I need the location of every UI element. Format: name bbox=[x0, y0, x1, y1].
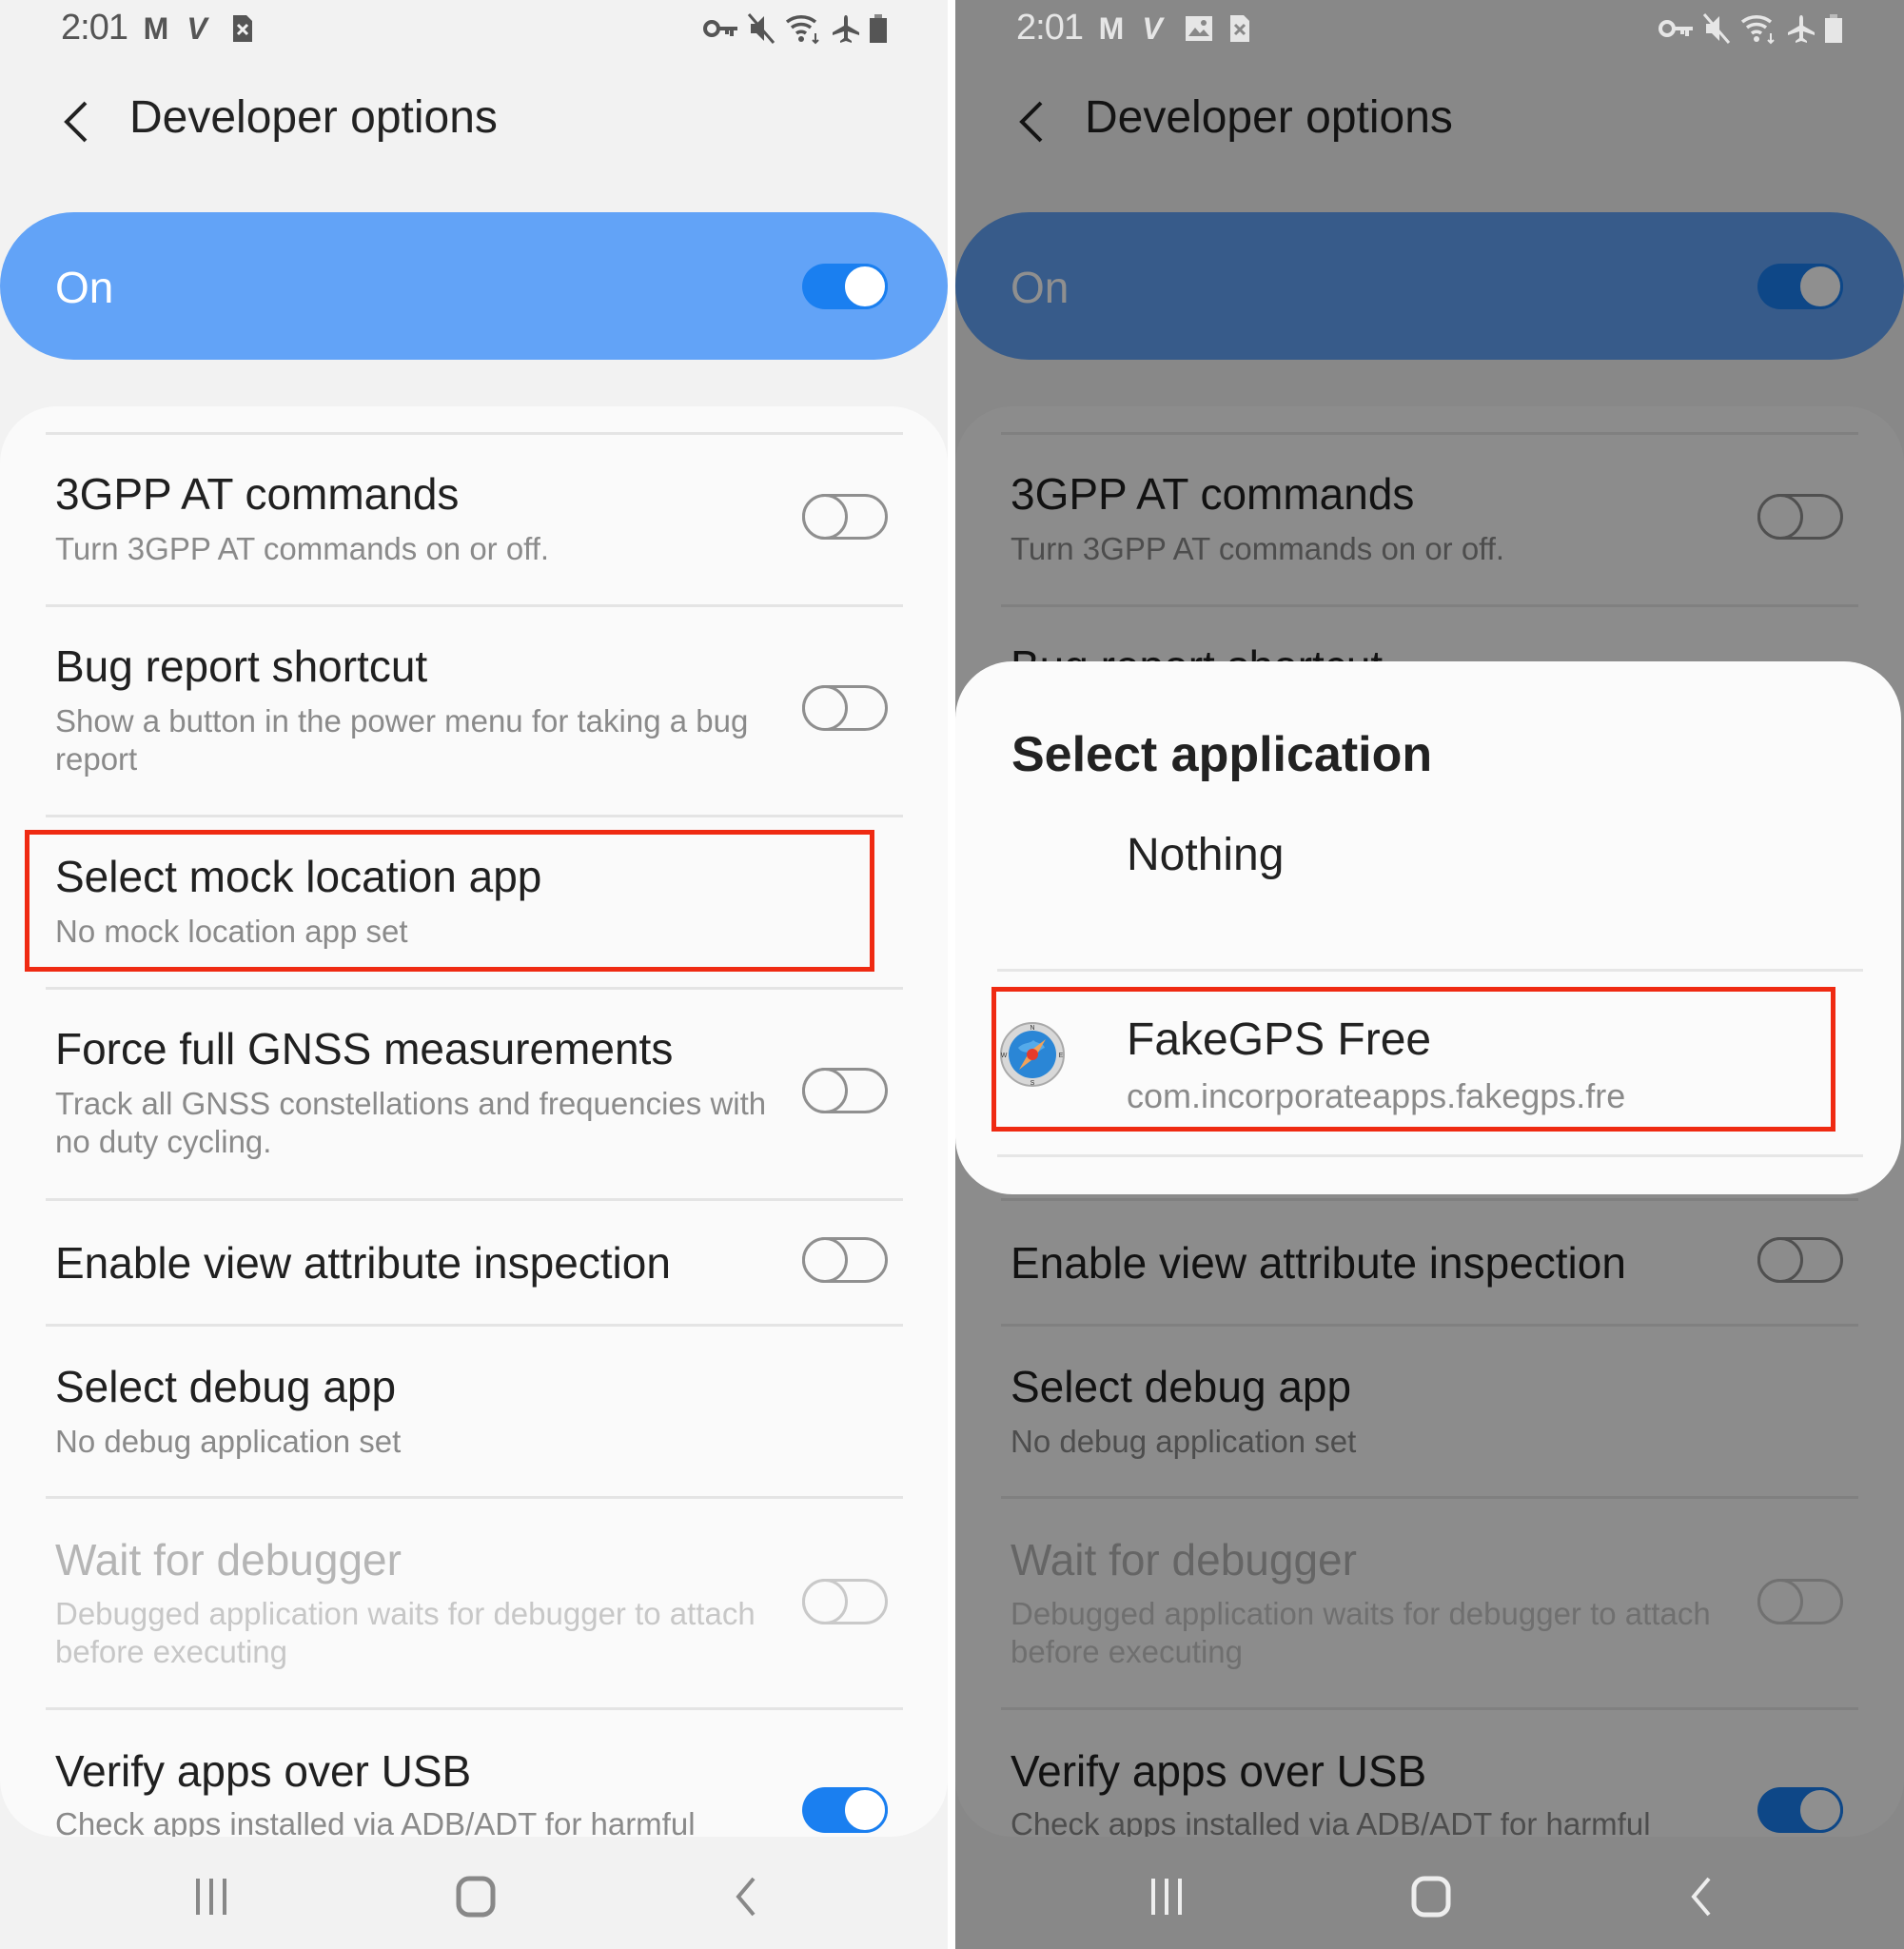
wifi-icon bbox=[1739, 11, 1777, 46]
nav-back-icon bbox=[736, 1877, 756, 1917]
back-arrow-icon bbox=[64, 101, 88, 143]
mute-icon bbox=[746, 11, 776, 46]
setting-title: 3GPP AT commands bbox=[55, 469, 460, 519]
gmail-icon: M bbox=[1098, 10, 1125, 46]
setting-title: Wait for debugger bbox=[55, 1535, 402, 1585]
divider bbox=[46, 987, 903, 990]
left-screen: 2:01 M V Developer options On 3GPP AT co… bbox=[0, 0, 948, 1949]
setting-title: Select debug app bbox=[55, 1362, 397, 1411]
recents-icon bbox=[1151, 1879, 1182, 1915]
battery-icon bbox=[1823, 11, 1844, 46]
status-time: 2:01 bbox=[61, 8, 128, 48]
setting-subtitle: No debug application set bbox=[55, 1424, 402, 1459]
battery-icon bbox=[868, 11, 889, 46]
divider bbox=[46, 604, 903, 607]
highlight-box bbox=[991, 987, 1835, 1132]
toggle-force-full-gnss[interactable] bbox=[802, 1068, 888, 1113]
recents-button[interactable] bbox=[1146, 1875, 1188, 1923]
divider bbox=[997, 969, 1863, 972]
vpn-key-icon bbox=[702, 11, 740, 46]
highlight-box bbox=[25, 830, 874, 972]
master-switch-bar[interactable]: On bbox=[0, 212, 948, 360]
option-label: Nothing bbox=[1127, 830, 1285, 880]
setting-subtitle: Show a button in the power menu for taki… bbox=[55, 703, 749, 777]
setting-subtitle: Turn 3GPP AT commands on or off. bbox=[55, 531, 550, 566]
airplane-icon bbox=[1785, 11, 1817, 46]
sim-x-icon bbox=[1227, 11, 1252, 46]
home-icon bbox=[1411, 1876, 1451, 1918]
status-bar: 2:01 M V bbox=[955, 0, 1904, 57]
select-application-dialog: Select application Nothing N S W E FakeG… bbox=[955, 661, 1901, 1194]
divider bbox=[997, 1154, 1863, 1157]
page-title: Developer options bbox=[129, 92, 498, 143]
setting-title: Enable view attribute inspection bbox=[55, 1238, 671, 1288]
gmail-icon: M bbox=[143, 10, 169, 46]
status-time: 2:01 bbox=[1016, 8, 1084, 48]
right-screen: 2:01 M V Developer options On 3GPP AT co… bbox=[955, 0, 1904, 1949]
wifi-icon bbox=[784, 11, 822, 46]
nav-back-button[interactable] bbox=[1684, 1875, 1717, 1923]
toggle-view-attribute-inspection[interactable] bbox=[802, 1237, 888, 1283]
master-switch-toggle[interactable] bbox=[802, 264, 888, 309]
v-app-icon: V bbox=[186, 10, 207, 46]
divider bbox=[46, 1324, 903, 1327]
recents-icon bbox=[196, 1879, 226, 1915]
toggle-bug-report-shortcut[interactable] bbox=[802, 685, 888, 731]
toggle-wait-for-debugger bbox=[802, 1579, 888, 1624]
toggle-3gpp-at-commands[interactable] bbox=[802, 494, 888, 540]
master-switch-label: On bbox=[55, 263, 114, 312]
home-button[interactable] bbox=[455, 1875, 497, 1923]
setting-title: Force full GNSS measurements bbox=[55, 1024, 674, 1073]
mute-icon bbox=[1701, 11, 1732, 46]
v-app-icon: V bbox=[1142, 10, 1163, 46]
setting-title: Verify apps over USB bbox=[55, 1746, 472, 1796]
dialog-title: Select application bbox=[1011, 727, 1433, 782]
divider bbox=[46, 432, 903, 435]
divider bbox=[46, 815, 903, 817]
nav-back-button[interactable] bbox=[729, 1875, 761, 1923]
settings-list: 3GPP AT commands Turn 3GPP AT commands o… bbox=[0, 406, 948, 1837]
image-icon bbox=[1184, 11, 1214, 46]
home-icon bbox=[456, 1876, 496, 1918]
setting-subtitle: Track all GNSS constellations and freque… bbox=[55, 1086, 767, 1159]
divider bbox=[46, 1198, 903, 1201]
airplane-icon bbox=[830, 11, 862, 46]
setting-subtitle: Check apps installed via ADB/ADT for har… bbox=[55, 1806, 696, 1837]
recents-button[interactable] bbox=[190, 1875, 232, 1923]
nav-back-icon bbox=[1691, 1877, 1711, 1917]
sim-x-icon bbox=[230, 11, 255, 46]
vpn-key-icon bbox=[1658, 11, 1696, 46]
home-button[interactable] bbox=[1410, 1875, 1452, 1923]
divider bbox=[46, 1707, 903, 1710]
setting-subtitle: Debugged application waits for debugger … bbox=[55, 1596, 756, 1669]
divider bbox=[46, 1496, 903, 1499]
back-button[interactable] bbox=[57, 95, 95, 148]
setting-title: Bug report shortcut bbox=[55, 641, 428, 691]
toggle-verify-apps-over-usb[interactable] bbox=[802, 1787, 888, 1833]
